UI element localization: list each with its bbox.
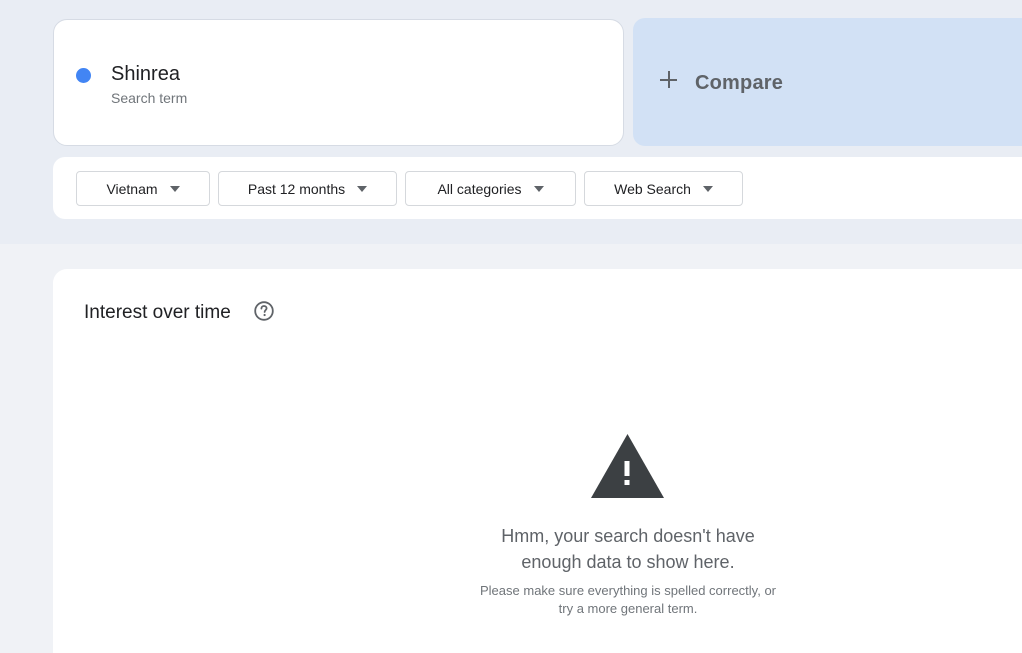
region-filter-label: Vietnam	[106, 180, 158, 197]
help-circle-icon[interactable]	[254, 301, 274, 321]
search-type-filter-dropdown[interactable]: Web Search	[584, 171, 743, 206]
empty-state-title-line: enough data to show here.	[521, 552, 735, 572]
warning-icon	[591, 434, 664, 498]
empty-state-subtitle-line: Please make sure everything is spelled c…	[480, 583, 776, 598]
filter-bar: Vietnam Past 12 months All categories We…	[53, 157, 1022, 219]
caret-down-icon	[357, 185, 368, 192]
empty-state-title-line: Hmm, your search doesn't have	[501, 526, 755, 546]
term-name[interactable]: Shinrea	[111, 63, 180, 86]
search-type-filter-label: Web Search	[614, 180, 691, 197]
empty-state-subtitle: Please make sure everything is spelled c…	[53, 582, 1022, 618]
category-filter-dropdown[interactable]: All categories	[405, 171, 576, 206]
interest-over-time-card: Interest over time Hmm, your search does…	[53, 269, 1022, 653]
empty-state-title: Hmm, your search doesn't have enough dat…	[53, 523, 1022, 575]
category-filter-label: All categories	[437, 180, 522, 197]
caret-down-icon	[169, 185, 180, 192]
region-filter-dropdown[interactable]: Vietnam	[76, 171, 210, 206]
caret-down-icon	[533, 185, 544, 192]
term-color-dot	[76, 68, 91, 83]
search-term-card[interactable]: Shinrea Search term	[53, 19, 624, 146]
empty-state-subtitle-line: try a more general term.	[558, 601, 698, 616]
term-type-label: Search term	[111, 90, 188, 106]
caret-down-icon	[702, 185, 713, 192]
compare-button[interactable]: Compare	[633, 18, 1022, 146]
compare-label: Compare	[695, 72, 784, 94]
interest-over-time-title: Interest over time	[84, 302, 231, 323]
time-range-filter-label: Past 12 months	[247, 180, 346, 197]
time-range-filter-dropdown[interactable]: Past 12 months	[218, 171, 397, 206]
plus-icon	[659, 70, 679, 90]
